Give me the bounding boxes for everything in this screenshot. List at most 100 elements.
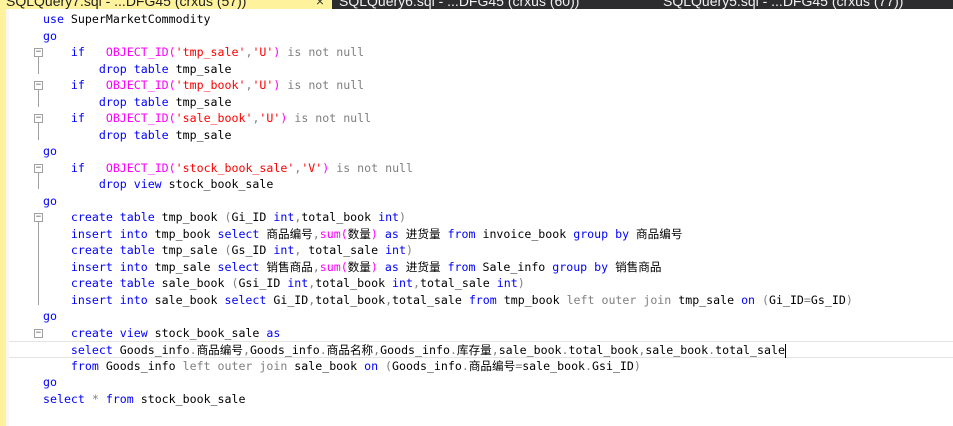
code-text: insert into tmp_book select 商品编号,sum(数量)… bbox=[43, 226, 683, 243]
code-token: if bbox=[70, 160, 85, 175]
code-token: 商品编号 bbox=[629, 226, 683, 241]
code-token: create table bbox=[70, 210, 155, 224]
collapse-region-icon[interactable]: − bbox=[34, 48, 43, 57]
code-token: as bbox=[384, 259, 399, 274]
code-token: if bbox=[70, 78, 85, 92]
code-text: go bbox=[43, 28, 57, 45]
code-token: on bbox=[364, 358, 379, 373]
collapse-region-icon[interactable]: − bbox=[34, 163, 43, 173]
code-token: select bbox=[70, 343, 113, 357]
code-line[interactable]: drop table tmp_sale bbox=[9, 61, 953, 78]
code-token: select bbox=[224, 292, 267, 307]
code-line[interactable]: create view stock_book_sale as bbox=[9, 325, 953, 342]
code-token: 'tmp_book' bbox=[175, 78, 246, 92]
code-token: Gi_ID bbox=[266, 292, 309, 307]
code-token: ) bbox=[633, 358, 641, 373]
code-line[interactable]: if OBJECT_ID('sale_book','U') is not nul… bbox=[9, 110, 953, 127]
code-token: tmp_sale bbox=[154, 243, 225, 257]
code-editor[interactable]: use SuperMarketCommodity go if OBJECT_ID(… bbox=[9, 9, 953, 426]
code-token: sale_book bbox=[154, 276, 232, 290]
collapse-region-icon[interactable]: − bbox=[34, 328, 43, 338]
code-token: ( bbox=[385, 358, 393, 373]
code-token: drop table bbox=[98, 94, 169, 109]
code-token: = bbox=[803, 292, 811, 307]
code-line[interactable]: create table tmp_book (Gi_ID int,total_b… bbox=[9, 209, 953, 226]
code-text: create table tmp_sale (Gs_ID int, total_… bbox=[43, 242, 413, 259]
code-token: SuperMarketCommodity bbox=[63, 12, 211, 26]
code-line[interactable]: select * from stock_book_sale bbox=[9, 391, 953, 408]
collapse-region-icon[interactable]: − bbox=[34, 81, 43, 90]
code-token: Goods_info bbox=[249, 343, 320, 357]
tab-close-icon[interactable]: × bbox=[316, 0, 324, 9]
code-line[interactable]: go bbox=[9, 193, 953, 210]
code-text: create table tmp_book (Gi_ID int,total_b… bbox=[43, 209, 406, 226]
code-token: select bbox=[217, 226, 260, 241]
code-line[interactable]: go bbox=[9, 308, 953, 325]
code-token: select bbox=[217, 259, 260, 274]
code-line[interactable]: go bbox=[9, 28, 953, 45]
code-line[interactable]: drop table tmp_sale bbox=[9, 94, 953, 111]
code-token: ) bbox=[399, 210, 407, 224]
code-text: create table sale_book (Gsi_ID int,total… bbox=[43, 275, 525, 292]
code-token: from bbox=[447, 226, 476, 241]
code-token: 'U' bbox=[252, 78, 274, 92]
code-token: ( bbox=[762, 292, 770, 307]
code-line[interactable]: if OBJECT_ID('tmp_sale','U') is not null bbox=[9, 44, 953, 61]
tab-sqlquery6[interactable]: SQLQuery6.sql - ...DFG45 (crxus (60)) bbox=[333, 0, 585, 9]
code-token: on bbox=[741, 292, 756, 307]
code-text: from Goods_info left outer join sale_boo… bbox=[43, 358, 641, 375]
code-token: tmp_sale bbox=[168, 61, 232, 76]
tab-sqlquery5[interactable]: SQLQuery5.sql - ...DFG45 (crxus (77)) bbox=[657, 0, 909, 9]
code-token: is not null bbox=[294, 111, 372, 125]
code-line[interactable]: if OBJECT_ID('tmp_book','U') is not null bbox=[9, 77, 953, 94]
code-token: if bbox=[70, 45, 85, 59]
code-line[interactable]: go bbox=[9, 143, 953, 160]
code-token: group by bbox=[552, 259, 609, 274]
code-line[interactable]: create table sale_book (Gsi_ID int,total… bbox=[9, 275, 953, 292]
code-line[interactable]: insert into tmp_sale select 销售商品,sum(数量)… bbox=[9, 259, 953, 276]
code-token: int bbox=[496, 276, 518, 290]
code-line[interactable]: if OBJECT_ID('stock_book_sale','V') is n… bbox=[9, 160, 953, 177]
code-text: go bbox=[43, 308, 57, 325]
code-token: stock_book_sale bbox=[147, 325, 267, 340]
code-token: stock_book_sale bbox=[161, 177, 274, 191]
code-token: 库存量 bbox=[456, 343, 492, 357]
code-token: sum( bbox=[319, 259, 348, 274]
code-token: 'V' bbox=[301, 160, 323, 175]
code-line[interactable]: use SuperMarketCommodity bbox=[9, 11, 953, 28]
code-line[interactable]: from Goods_info left outer join sale_boo… bbox=[9, 358, 953, 375]
code-line[interactable]: drop table tmp_sale bbox=[9, 127, 953, 144]
code-text: go bbox=[43, 193, 57, 210]
code-line[interactable]: go bbox=[9, 374, 953, 391]
code-token: select bbox=[43, 391, 85, 406]
code-token: 商品编号 bbox=[468, 358, 516, 373]
code-token: . bbox=[319, 343, 327, 357]
code-token: go bbox=[43, 193, 57, 208]
code-line[interactable]: insert into tmp_book select 商品编号,sum(数量)… bbox=[9, 226, 953, 243]
code-line[interactable]: drop view stock_book_sale bbox=[9, 176, 953, 193]
code-token: Goods_info bbox=[98, 358, 183, 373]
code-token: , bbox=[385, 292, 393, 307]
tab-sqlquery7[interactable]: SQLQuery7.sql - ...DFG45 (crxus (57)) × bbox=[0, 0, 332, 9]
code-token: stock_book_sale bbox=[133, 391, 246, 406]
code-token: total_book bbox=[301, 210, 379, 224]
code-line[interactable]: select Goods_info.商品编号,Goods_info.商品名称,G… bbox=[9, 341, 953, 358]
collapse-region-icon[interactable]: − bbox=[34, 213, 43, 222]
collapse-region-icon[interactable]: − bbox=[34, 114, 43, 123]
code-line[interactable]: create table tmp_sale (Gs_ID int, total_… bbox=[9, 242, 953, 259]
code-token: , bbox=[413, 276, 420, 290]
code-token: Sale_info bbox=[475, 259, 553, 274]
code-token: , bbox=[491, 343, 499, 357]
code-text: insert into tmp_sale select 销售商品,sum(数量)… bbox=[43, 259, 662, 276]
code-token: create view bbox=[70, 325, 148, 340]
code-token: Gsi_ID bbox=[238, 276, 288, 290]
code-line[interactable]: insert into sale_book select Gi_ID,total… bbox=[9, 292, 953, 309]
